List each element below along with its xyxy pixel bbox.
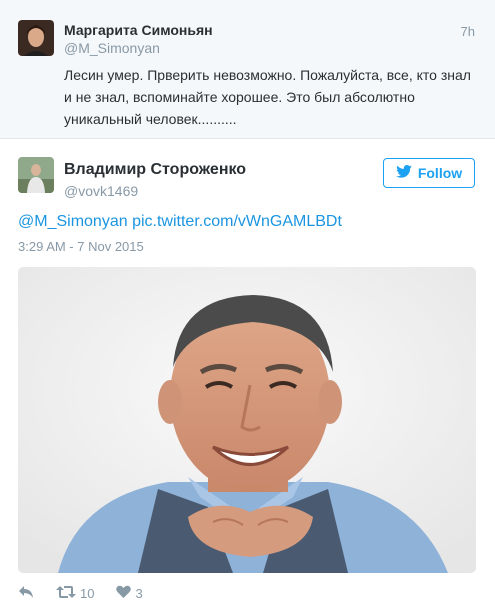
quoted-tweet[interactable]: Маргарита Симоньян @M_Simonyan 7h Лесин …: [0, 0, 495, 139]
like-button[interactable]: 3: [116, 585, 143, 602]
tweet-actions: 10 3: [18, 583, 143, 603]
quoted-avatar[interactable]: [18, 20, 54, 56]
quoted-tweet-text: Лесин умер. Прверить невозможно. Пожалуй…: [64, 67, 471, 127]
follow-label: Follow: [417, 165, 463, 181]
heart-icon: [116, 585, 132, 602]
retweet-count: 10: [80, 585, 95, 601]
retweet-icon: [56, 585, 76, 602]
quoted-author-name[interactable]: Маргарита Симоньян: [64, 22, 213, 38]
tweet-text: @M_Simonyan pic.twitter.com/vWnGAMLBDt: [18, 213, 342, 231]
reply-icon: [18, 585, 34, 602]
tweet-timestamp[interactable]: 3:29 AM - 7 Nov 2015: [18, 239, 144, 254]
author-name[interactable]: Владимир Стороженко: [64, 161, 246, 179]
mention-link[interactable]: @M_Simonyan: [18, 213, 128, 230]
reply-button[interactable]: [18, 585, 34, 602]
tweet-photo[interactable]: [18, 267, 476, 573]
quoted-timestamp[interactable]: 7h: [461, 24, 475, 39]
retweet-button[interactable]: 10: [56, 585, 94, 602]
author-avatar[interactable]: [18, 157, 54, 193]
twitter-bird-icon: [396, 165, 412, 181]
pic-link[interactable]: pic.twitter.com/vWnGAMLBDt: [132, 213, 342, 230]
like-count: 3: [135, 585, 143, 601]
follow-button[interactable]: Follow: [383, 158, 475, 188]
author-handle[interactable]: @vovk1469: [64, 183, 138, 199]
quoted-author-handle[interactable]: @M_Simonyan: [64, 40, 160, 56]
